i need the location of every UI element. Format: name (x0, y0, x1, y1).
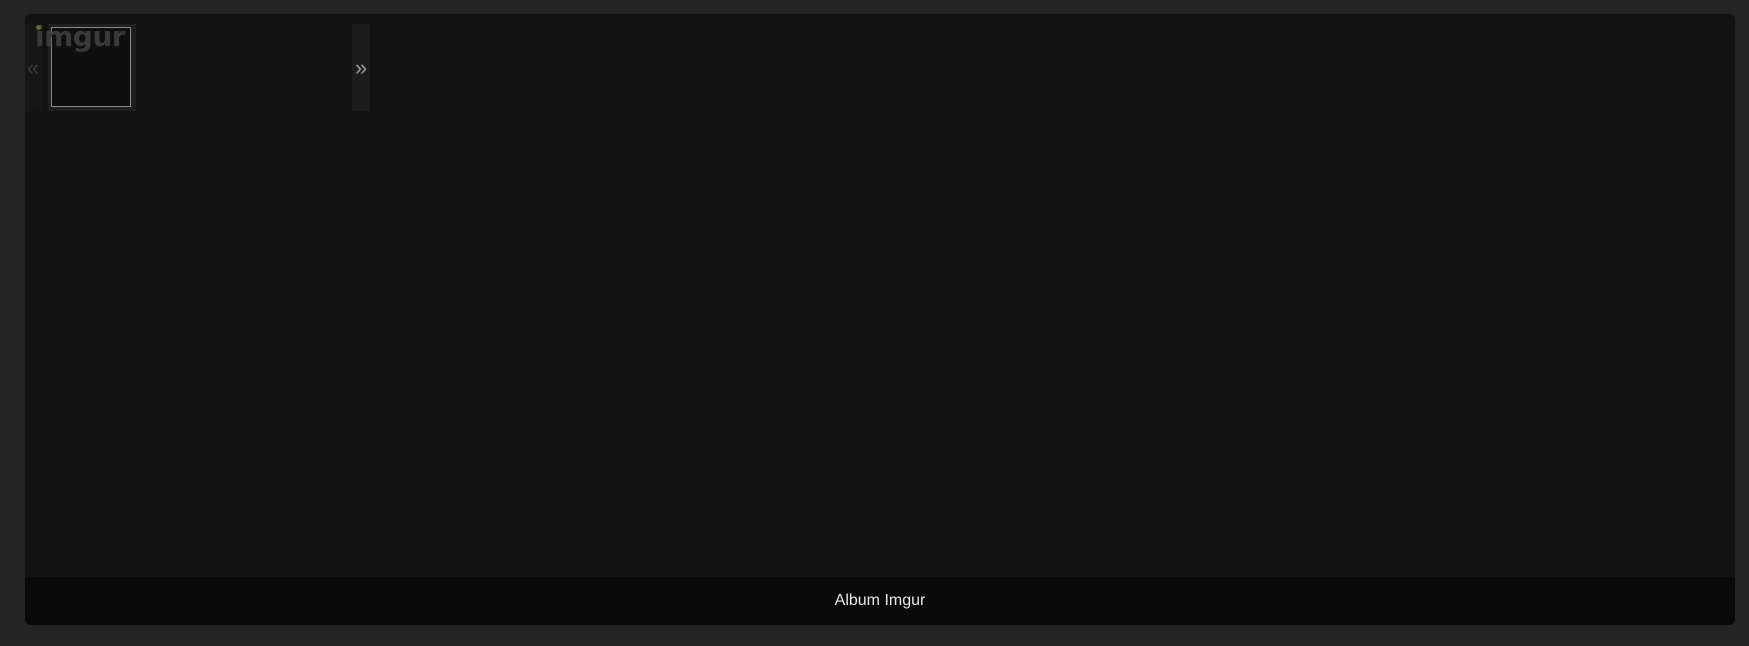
imgur-logo[interactable]: imgur (35, 23, 126, 51)
album-caption: Album Imgur (834, 592, 926, 609)
caption-bar: Album Imgur (25, 577, 1735, 625)
next-arrow-icon[interactable]: » (352, 24, 370, 111)
album-viewer: imgur « » Album Imgur (25, 14, 1735, 625)
logo-dot (36, 25, 41, 30)
